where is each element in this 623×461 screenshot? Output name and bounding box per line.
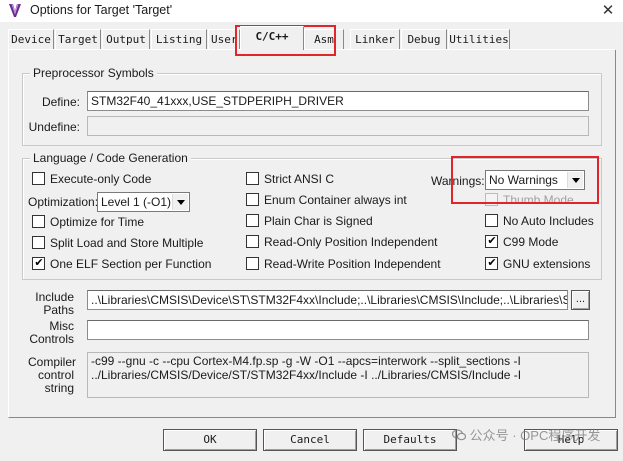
rw-pi-label: Read-Write Position Independent: [264, 257, 441, 271]
tab-target[interactable]: Target: [55, 29, 101, 49]
compiler-control-label-line3: string: [44, 381, 74, 395]
title-bar: Options for Target 'Target' ✕: [0, 0, 623, 22]
ok-button[interactable]: OK: [163, 429, 257, 451]
codegen-group-label: Language / Code Generation: [30, 151, 191, 165]
highlight-box-warnings: [451, 156, 599, 204]
no-auto-includes-label: No Auto Includes: [503, 214, 594, 228]
preprocessor-group-label: Preprocessor Symbols: [30, 66, 157, 80]
optimize-time-label: Optimize for Time: [50, 215, 145, 229]
strict-ansi-checkbox[interactable]: [246, 172, 259, 185]
include-paths-browse-button[interactable]: ...: [571, 290, 590, 310]
misc-controls-label-line1: Misc: [49, 319, 74, 333]
compiler-control-line2: ../Libraries/CMSIS/Device/ST/STM32F4xx/I…: [91, 368, 522, 382]
execute-only-checkbox[interactable]: [32, 172, 45, 185]
compiler-control-label-line2: control: [37, 368, 74, 382]
dropdown-arrow-icon[interactable]: [172, 194, 188, 210]
tab-device[interactable]: Device: [8, 29, 54, 49]
keil-app-icon: [9, 3, 21, 17]
undefine-field[interactable]: [87, 116, 589, 136]
optimization-value: Level 1 (-O1): [101, 195, 172, 209]
plain-char-checkbox[interactable]: [246, 214, 259, 227]
watermark: 公众号 · OPC程序开发: [451, 428, 601, 444]
tab-utilities[interactable]: Utilities: [448, 29, 510, 49]
split-load-label: Split Load and Store Multiple: [50, 236, 204, 250]
define-label: Define:: [41, 95, 80, 109]
optimization-select[interactable]: Level 1 (-O1): [97, 192, 190, 212]
tab-debug[interactable]: Debug: [401, 29, 447, 49]
gnu-extensions-checkbox[interactable]: ✔: [485, 256, 498, 270]
cancel-button[interactable]: Cancel: [263, 429, 357, 451]
include-paths-field[interactable]: ..\Libraries\CMSIS\Device\ST\STM32F4xx\I…: [87, 290, 568, 310]
strict-ansi-label: Strict ANSI C: [264, 172, 335, 186]
compiler-control-label-line1: Compiler: [28, 355, 77, 369]
tab-linker[interactable]: Linker: [350, 29, 400, 49]
check-icon: ✔: [487, 234, 497, 247]
optimize-time-checkbox[interactable]: [32, 215, 45, 228]
check-icon: ✔: [487, 256, 497, 269]
split-load-checkbox[interactable]: [32, 236, 45, 249]
compiler-control-line1: -c99 --gnu -c --cpu Cortex-M4.fp.sp -g -…: [91, 354, 521, 368]
watermark-text: 公众号 · OPC程序开发: [469, 428, 601, 443]
c99-mode-checkbox[interactable]: ✔: [485, 234, 498, 248]
check-icon: ✔: [34, 256, 44, 269]
one-elf-label: One ELF Section per Function: [50, 257, 212, 271]
window-title: Options for Target 'Target': [30, 3, 173, 17]
one-elf-checkbox[interactable]: ✔: [32, 256, 45, 270]
tab-cpp[interactable]: C/C++: [240, 26, 304, 50]
enum-container-checkbox[interactable]: [246, 193, 259, 206]
misc-controls-label-line2: Controls: [29, 332, 74, 346]
include-paths-label-line1: Include: [35, 290, 74, 304]
ro-pi-label: Read-Only Position Independent: [264, 235, 438, 249]
rw-pi-checkbox[interactable]: [246, 257, 259, 270]
ro-pi-checkbox[interactable]: [246, 235, 259, 248]
no-auto-includes-checkbox[interactable]: [485, 214, 498, 227]
optimization-label: Optimization:: [28, 195, 99, 209]
gnu-extensions-label: GNU extensions: [503, 257, 591, 271]
define-field[interactable]: STM32F40_41xxx,USE_STDPERIPH_DRIVER: [87, 91, 589, 111]
execute-only-label: Execute-only Code: [50, 172, 152, 186]
undefine-label: Undefine:: [28, 120, 80, 134]
include-paths-label-line2: Paths: [43, 303, 74, 317]
compiler-control-field: -c99 --gnu -c --cpu Cortex-M4.fp.sp -g -…: [87, 352, 589, 398]
tab-listing[interactable]: Listing: [151, 29, 207, 49]
enum-container-label: Enum Container always int: [264, 193, 407, 207]
tab-output[interactable]: Output: [102, 29, 150, 49]
c99-mode-label: C99 Mode: [503, 235, 559, 249]
close-icon[interactable]: ✕: [598, 1, 618, 21]
misc-controls-field[interactable]: [87, 320, 589, 340]
plain-char-label: Plain Char is Signed: [264, 214, 373, 228]
wechat-icon: [451, 429, 467, 441]
defaults-button[interactable]: Defaults: [363, 429, 457, 451]
